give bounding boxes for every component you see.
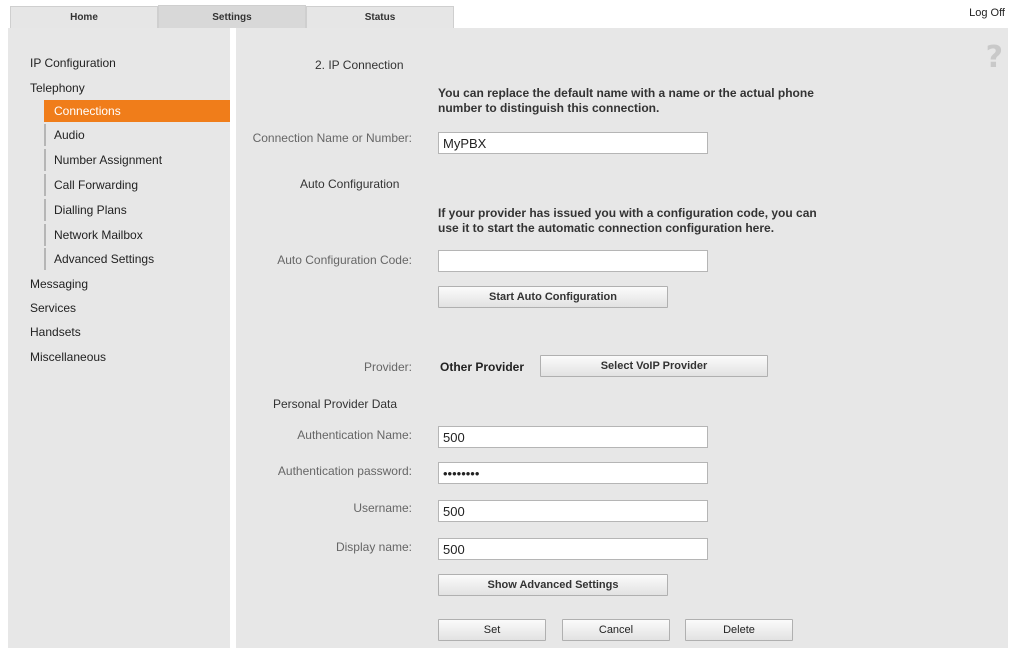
sidebar-item-network-mailbox[interactable]: Network Mailbox [44,224,238,246]
sidebar-item-call-forwarding[interactable]: Call Forwarding [44,174,238,196]
help-icon[interactable]: ? [986,40,1003,75]
tab-home[interactable]: Home [10,6,158,28]
username-label: Username: [353,501,412,515]
select-voip-provider-button[interactable]: Select VoIP Provider [540,355,768,377]
section-title-auto-configuration: Auto Configuration [300,177,400,191]
set-button[interactable]: Set [438,619,546,641]
section-title-personal-provider-data: Personal Provider Data [273,397,398,411]
section-title-ip-connection: 2. IP Connection [315,58,404,72]
sidebar-item-audio[interactable]: Audio [44,124,238,146]
display-name-input[interactable] [438,538,708,560]
authentication-name-label: Authentication Name: [297,428,412,442]
authentication-name-input[interactable] [438,426,708,448]
ip-connection-info: You can replace the default name with a … [438,86,814,115]
auto-config-info: If your provider has issued you with a c… [438,206,817,235]
auto-config-code-label: Auto Configuration Code: [277,253,412,267]
delete-button[interactable]: Delete [685,619,793,641]
start-auto-configuration-button[interactable]: Start Auto Configuration [438,286,668,308]
auto-config-code-input[interactable] [438,250,708,272]
provider-value: Other Provider [440,360,525,374]
tab-settings[interactable]: Settings [158,5,306,28]
connection-name-input[interactable] [438,132,708,154]
tab-status[interactable]: Status [306,6,454,28]
sidebar-item-dialling-plans[interactable]: Dialling Plans [44,199,238,221]
sidebar-item-handsets[interactable]: Handsets [30,325,81,339]
sidebar-item-connections[interactable]: Connections [44,100,238,122]
sidebar-item-miscellaneous[interactable]: Miscellaneous [30,350,106,364]
sidebar-item-messaging[interactable]: Messaging [30,277,88,291]
connection-name-label: Connection Name or Number: [252,131,412,145]
sidebar-item-advanced-settings[interactable]: Advanced Settings [44,248,238,270]
authentication-password-input[interactable] [438,462,708,484]
username-input[interactable] [438,500,708,522]
sidebar-item-ip-configuration[interactable]: IP Configuration [30,56,116,70]
show-advanced-settings-button[interactable]: Show Advanced Settings [438,574,668,596]
sidebar-item-telephony[interactable]: Telephony [30,81,85,95]
provider-label: Provider: [363,360,412,374]
display-name-label: Display name: [335,540,412,554]
sidebar-item-number-assignment[interactable]: Number Assignment [44,149,238,171]
authentication-password-label: Authentication password: [277,464,412,478]
cancel-button[interactable]: Cancel [562,619,670,641]
sidebar-item-services[interactable]: Services [30,301,76,315]
top-tab-bar: Home Settings Status Log Off [0,0,1011,28]
logoff-link[interactable]: Log Off [969,7,1005,19]
sidebar-nav: IP Configuration Telephony Connections A… [8,28,238,648]
